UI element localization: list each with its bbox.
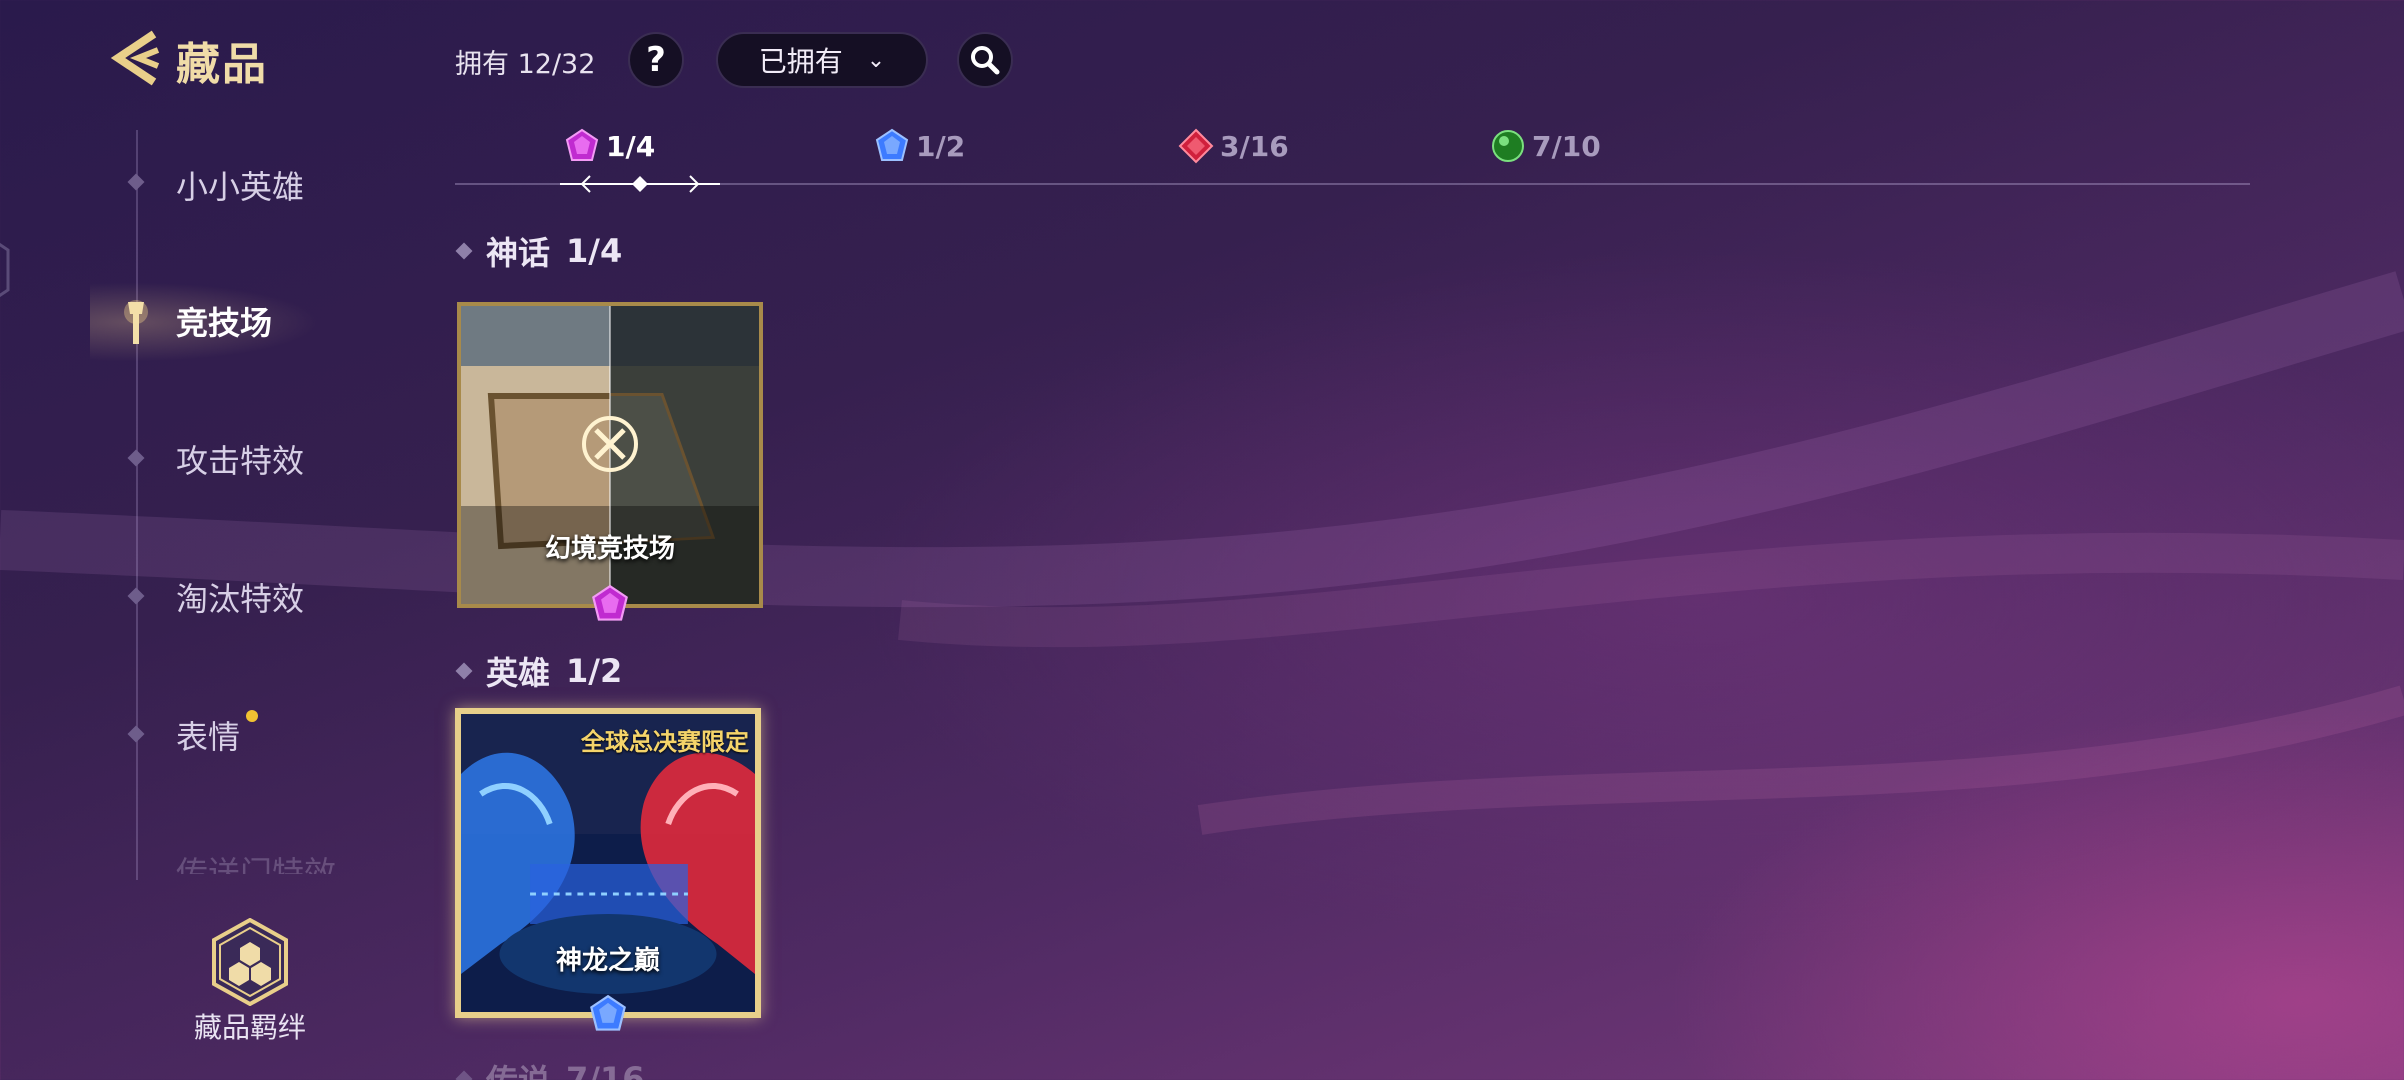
chevron-down-icon: ⌄	[866, 47, 886, 73]
red-gem-icon	[1178, 128, 1214, 164]
purple-gem-icon	[565, 128, 599, 161]
sidebar-dot	[127, 173, 145, 191]
collection-card-fantasy-arena[interactable]: 幻境竞技场	[457, 302, 763, 608]
sidebar-item-portal-effects[interactable]: 传送门特效	[176, 848, 336, 874]
notification-dot	[246, 710, 258, 722]
search-button[interactable]	[957, 32, 1013, 88]
sidebar-item-arena[interactable]: 竞技场	[176, 298, 272, 344]
tab-count: 3/16	[1220, 129, 1289, 163]
section-count: 1/2	[566, 652, 623, 690]
green-gem-icon	[1492, 130, 1524, 162]
tab-count: 1/2	[916, 129, 966, 163]
sidebar-rail	[136, 130, 138, 880]
section-count: 1/4	[566, 232, 623, 270]
owned-count: 拥有 12/32	[455, 49, 596, 80]
purple-gem-icon	[592, 584, 628, 621]
worlds-limited-badge: 全球总决赛限定	[581, 728, 749, 756]
section-title: 英雄	[486, 654, 551, 692]
active-tab-indicator	[560, 175, 720, 193]
sidebar-item-emotes[interactable]: 表情	[176, 712, 240, 758]
back-arrow-icon[interactable]	[108, 28, 168, 88]
tab-mythic[interactable]: 1/4	[564, 128, 655, 164]
section-title: 神话	[486, 234, 551, 272]
diamond-bullet-icon	[455, 1070, 473, 1080]
sidebar-item-elimination-effects[interactable]: 淘汰特效	[176, 574, 304, 620]
collection-bond-icon[interactable]	[210, 918, 290, 1006]
arena-torch-icon	[124, 300, 148, 344]
blue-gem-icon	[590, 994, 626, 1031]
blue-gem-icon	[875, 128, 909, 161]
tab-count: 7/10	[1532, 129, 1601, 163]
help-button[interactable]: ?	[628, 32, 684, 88]
collection-bond-label[interactable]: 藏品羁绊	[194, 1006, 306, 1046]
sidebar-dot	[127, 587, 145, 605]
tab-epic[interactable]: 1/2	[874, 128, 965, 164]
ownership-filter-select[interactable]: 已拥有 ⌄	[716, 32, 928, 88]
sidebar-dot	[127, 725, 145, 743]
edge-hex-decoration	[0, 242, 10, 298]
help-icon: ?	[646, 40, 666, 80]
section-count: 7/16	[566, 1060, 645, 1080]
sidebar-dot	[127, 449, 145, 467]
section-header-mythic: 神话 1/4	[455, 228, 623, 274]
card-name: 神龙之巅	[555, 946, 660, 976]
diamond-bullet-icon	[455, 242, 473, 260]
search-icon	[971, 46, 1000, 75]
tab-underline	[455, 183, 2250, 185]
sidebar-item-little-legends[interactable]: 小小英雄	[176, 162, 304, 208]
tab-legendary[interactable]: 3/16	[1178, 128, 1289, 164]
page-title: 藏品	[176, 39, 268, 90]
collection-card-dragon-summit[interactable]: 全球总决赛限定 神龙之巅	[455, 708, 761, 1018]
section-title: 传说	[486, 1056, 550, 1080]
diamond-bullet-icon	[455, 662, 473, 680]
section-header-legendary: 传说 7/16	[455, 1056, 645, 1080]
sidebar-item-attack-effects[interactable]: 攻击特效	[176, 436, 304, 482]
section-header-epic: 英雄 1/2	[455, 648, 623, 694]
card-name: 幻境竞技场	[544, 534, 675, 564]
tab-rare[interactable]: 7/10	[1490, 128, 1601, 164]
filter-selected-value: 已拥有	[758, 45, 843, 78]
tab-count: 1/4	[606, 129, 656, 163]
